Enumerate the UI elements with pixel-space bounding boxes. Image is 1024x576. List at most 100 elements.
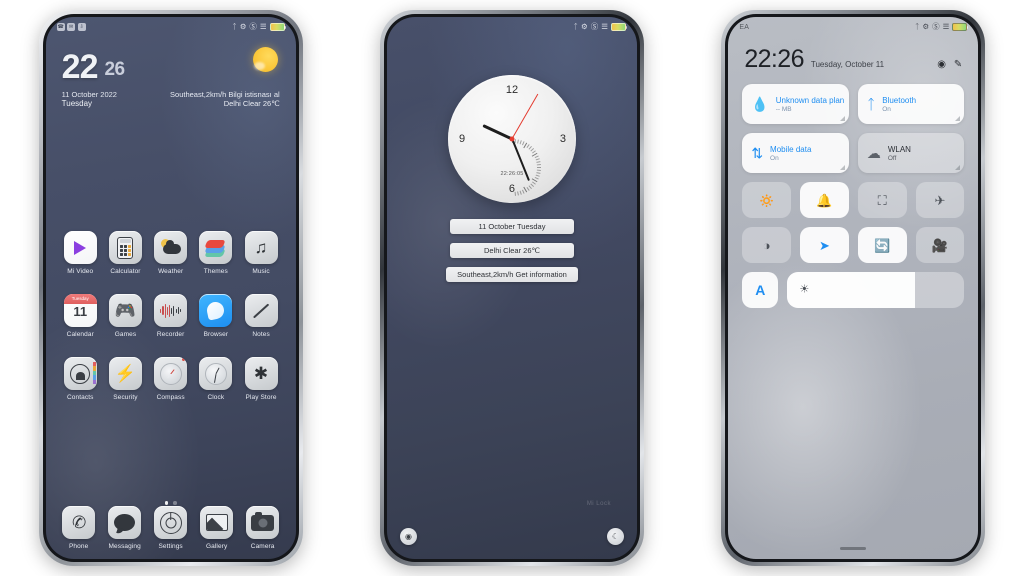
auto-rotate-icon[interactable]: 🔄: [857, 227, 907, 263]
widget-wind: Southeast,2km/h Bilgi istisnası al: [170, 89, 280, 99]
gear-icon: [154, 506, 188, 539]
app-music[interactable]: ♫ Music: [238, 231, 283, 275]
app-themes[interactable]: Themes: [193, 231, 238, 275]
flashlight-icon[interactable]: 🔅: [742, 182, 792, 218]
app-games[interactable]: 🎮 Games: [103, 294, 148, 338]
brightness-slider[interactable]: ☀: [787, 272, 965, 308]
widget-minute: 26: [104, 59, 125, 81]
compass-icon: [154, 357, 188, 390]
dark-mode-icon[interactable]: ◑: [742, 227, 792, 263]
status-bar: ᛏ ⚙ Ⓢ ☰: [387, 17, 637, 37]
app-weather[interactable]: Weather: [148, 231, 193, 275]
analog-clock-widget[interactable]: 12 3 6 9 22:26:05: [447, 75, 576, 203]
tile-wlan[interactable]: ☁ WLAN Off: [857, 133, 965, 173]
dock-label: Messaging: [108, 543, 141, 550]
app-label: Calendar: [66, 331, 94, 338]
tile-subtitle: On: [882, 105, 891, 113]
airplane-icon[interactable]: ✈: [915, 182, 965, 218]
app-calculator[interactable]: Calculator: [103, 231, 148, 275]
location-icon[interactable]: ➤: [800, 227, 849, 263]
phone-3-screen[interactable]: EA ᛏ ⚙ Ⓢ ☰ 22:26 Tuesday, October 11 ◉ ✎…: [728, 17, 979, 559]
app-recorder[interactable]: Recorder: [148, 294, 193, 338]
flashlight-shortcut-button[interactable]: ☾: [606, 528, 624, 545]
calculator-icon: [108, 231, 142, 264]
phone-2-bezel: ᛏ ⚙ Ⓢ ☰ 12 3 6 9 22:26:05 11 October Tue…: [383, 14, 640, 562]
chip-wind-info[interactable]: Southeast,2km/h Get information: [445, 267, 578, 282]
widget-date: 11 October 2022: [61, 89, 117, 99]
dock-item-phone[interactable]: ✆ Phone: [56, 506, 102, 550]
app-label: Music: [252, 268, 270, 275]
settings-gear-icon[interactable]: ◉: [937, 59, 946, 70]
clock-numeral-6: 6: [508, 183, 516, 195]
clock-numeral-12: 12: [505, 84, 519, 96]
analog-clock-face: 12 3 6 9 22:26:05: [447, 75, 576, 203]
app-label: Recorder: [156, 331, 185, 338]
app-calendar[interactable]: Tuesday 11 Calendar: [58, 294, 103, 338]
battery-icon: [610, 23, 627, 31]
app-browser[interactable]: Browser: [193, 294, 238, 338]
panel-drag-handle[interactable]: [728, 547, 978, 550]
edit-icon[interactable]: ✎: [954, 59, 962, 70]
app-security[interactable]: ⚡ Security: [103, 357, 148, 401]
signal-icon: ☰: [259, 22, 267, 32]
chip-weather[interactable]: Delhi Clear 26℃: [449, 243, 574, 258]
message-icon: [108, 506, 142, 539]
phone-2-frame: ᛏ ⚙ Ⓢ ☰ 12 3 6 9 22:26:05 11 October Tue…: [379, 10, 644, 566]
mi-video-icon: [63, 231, 97, 264]
phone-3-bezel: EA ᛏ ⚙ Ⓢ ☰ 22:26 Tuesday, October 11 ◉ ✎…: [725, 14, 982, 562]
phone-2-screen[interactable]: ᛏ ⚙ Ⓢ ☰ 12 3 6 9 22:26:05 11 October Tue…: [386, 17, 637, 559]
resize-corner-icon: [955, 116, 961, 121]
chip-date[interactable]: 11 October Tuesday: [449, 219, 574, 234]
contacts-icon: [63, 357, 97, 390]
page-dot-active[interactable]: [164, 501, 169, 505]
tile-bluetooth[interactable]: ᛏ Bluetooth On: [857, 84, 965, 124]
carrier-label: EA: [739, 23, 750, 31]
call-icon: ☎: [56, 23, 65, 31]
dock-item-settings[interactable]: Settings: [148, 506, 194, 550]
tile-subtitle: Off: [887, 154, 897, 162]
clock-icon: [199, 357, 233, 390]
tile-subtitle: -- MB: [775, 105, 792, 113]
silent-bell-icon[interactable]: 🔔: [800, 182, 849, 218]
phone-1-screen[interactable]: ☎ ✉ ⇩ ᛏ ⚙ Ⓢ ☰ 22 26 11 October 2022 Sout…: [45, 17, 296, 559]
tile-data-plan[interactable]: 💧 Unknown data plan -- MB: [742, 84, 849, 124]
font-size-button[interactable]: A: [742, 272, 779, 308]
browser-icon: [199, 294, 233, 327]
mobile-data-icon: ⇅: [751, 145, 764, 161]
info-chip-list: 11 October Tuesday Delhi Clear 26℃ South…: [387, 219, 637, 282]
app-play-store[interactable]: ✱ Play Store: [238, 357, 283, 401]
screen-record-icon[interactable]: 🎥: [915, 227, 965, 263]
dock-item-camera[interactable]: Camera: [240, 506, 286, 550]
battery-icon: [952, 23, 969, 31]
three-phone-showcase: ☎ ✉ ⇩ ᛏ ⚙ Ⓢ ☰ 22 26 11 October 2022 Sout…: [0, 0, 1024, 576]
dock-item-messaging[interactable]: Messaging: [102, 506, 148, 550]
app-contacts[interactable]: Contacts: [58, 357, 103, 401]
widget-time: 22 26: [62, 50, 280, 84]
screenshot-icon[interactable]: ⛶: [857, 182, 907, 218]
clock-numeral-3: 3: [559, 133, 566, 145]
gallery-icon: [200, 506, 234, 539]
resize-corner-icon: [955, 165, 961, 170]
app-label: Games: [114, 331, 137, 338]
bluetooth-icon: ᛏ: [914, 22, 920, 32]
home-clock-weather-widget[interactable]: 22 26 11 October 2022 Southeast,2km/h Bi…: [46, 37, 296, 108]
camera-shortcut-button[interactable]: ◉: [399, 528, 417, 545]
sync-icon: ⚙: [239, 22, 247, 32]
battery-icon: [269, 23, 286, 31]
app-label: Clock: [207, 394, 225, 401]
signal-icon: ☰: [942, 22, 950, 32]
tile-mobile-data[interactable]: ⇅ Mobile data On: [742, 133, 849, 173]
app-mi-video[interactable]: Mi Video: [58, 231, 103, 275]
app-label: Browser: [203, 331, 229, 338]
download-icon: ⇩: [77, 23, 86, 31]
page-dot[interactable]: [173, 501, 177, 505]
app-compass[interactable]: Compass: [148, 357, 193, 401]
app-clock[interactable]: Clock: [193, 357, 238, 401]
dock-item-gallery[interactable]: Gallery: [194, 506, 240, 550]
clock-numeral-9: 9: [458, 133, 466, 145]
dock-label: Camera: [250, 543, 275, 550]
resize-corner-icon: [839, 165, 845, 170]
app-notes[interactable]: Notes: [238, 294, 283, 338]
tile-title: Mobile data: [770, 144, 812, 154]
widget-weather: Delhi Clear 26℃: [223, 98, 280, 108]
